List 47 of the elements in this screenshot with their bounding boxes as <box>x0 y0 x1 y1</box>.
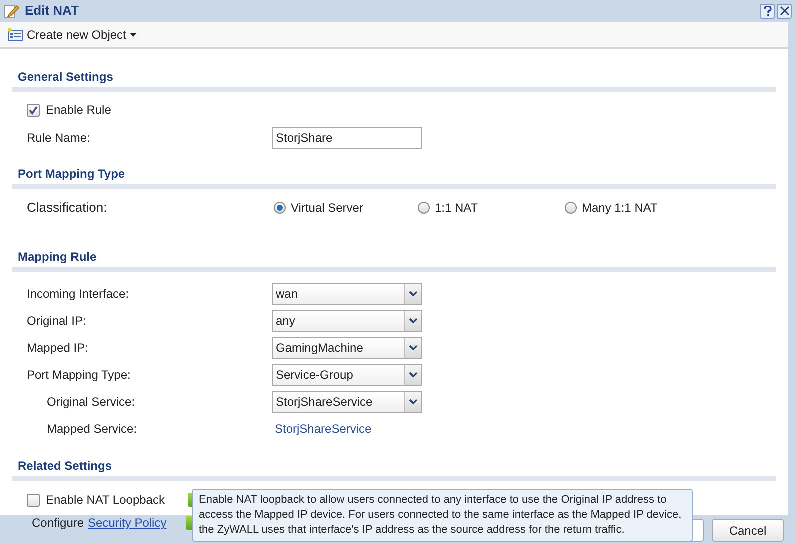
section-title: Related Settings <box>17 458 114 474</box>
radio-label: 1:1 NAT <box>435 200 478 217</box>
help-icon <box>764 6 772 16</box>
object-list-icon <box>8 28 23 41</box>
checkbox-label: Enable Rule <box>46 102 112 119</box>
radio-label: Many 1:1 NAT <box>582 200 658 217</box>
chevron-down-icon <box>408 290 418 296</box>
checkbox-label: Enable NAT Loopback <box>46 492 166 509</box>
tooltip: Enable NAT loopback to allow users connected to any interface to use the Original IP address to access the Mapped IP device. For users connected to the same interface as the Mapped IP device, the ZyWALL uses that interface's IP address as the source address for the return traffic. <box>192 489 693 542</box>
cancel-button[interactable]: Cancel <box>712 519 784 542</box>
chevron-down-icon <box>408 318 418 324</box>
chevron-down-icon <box>408 344 418 350</box>
field-label: Original IP: <box>27 312 88 330</box>
section-title: Mapping Rule <box>17 249 98 265</box>
rule-name-field[interactable]: StorjShare <box>272 127 422 149</box>
field-label: Port Mapping Type: <box>27 366 132 384</box>
checkbox[interactable] <box>27 104 40 116</box>
radio-label: Virtual Server <box>291 200 364 217</box>
field-label: Classification: <box>27 199 108 218</box>
field-label: Incoming Interface: <box>27 286 130 302</box>
chevron-down-icon <box>408 372 418 378</box>
radio-button[interactable] <box>274 202 286 214</box>
create-object-menu[interactable]: Create new Object <box>8 26 138 44</box>
pencil-icon <box>4 3 20 19</box>
dropdown[interactable]: wan <box>272 282 422 304</box>
dropdown[interactable]: GamingMachine <box>272 336 422 358</box>
close-button[interactable] <box>777 4 792 18</box>
field-label: Mapped IP: <box>27 340 90 356</box>
security-policy-link[interactable]: Security Policy <box>88 514 186 532</box>
close-icon <box>780 6 790 16</box>
field-value: StorjShareService <box>274 420 372 438</box>
dropdown[interactable]: StorjShareService <box>272 390 422 412</box>
configure-label: Configure <box>32 515 84 532</box>
section-title: Port Mapping Type <box>17 166 126 182</box>
chevron-down-icon <box>408 398 418 404</box>
caret-icon <box>130 32 138 36</box>
dropdown[interactable]: Service-Group <box>272 364 422 386</box>
radio-button[interactable] <box>565 202 577 214</box>
radio-button[interactable] <box>418 202 430 214</box>
field-label: Rule Name: <box>27 130 92 147</box>
field-label: Mapped Service: <box>47 420 138 438</box>
field-label: Original Service: <box>47 394 136 410</box>
dropdown[interactable]: any <box>272 310 422 332</box>
checkbox[interactable] <box>27 494 40 506</box>
help-button[interactable] <box>760 4 775 18</box>
window-title: Edit NAT <box>25 2 79 20</box>
section-title: General Settings <box>17 69 114 85</box>
